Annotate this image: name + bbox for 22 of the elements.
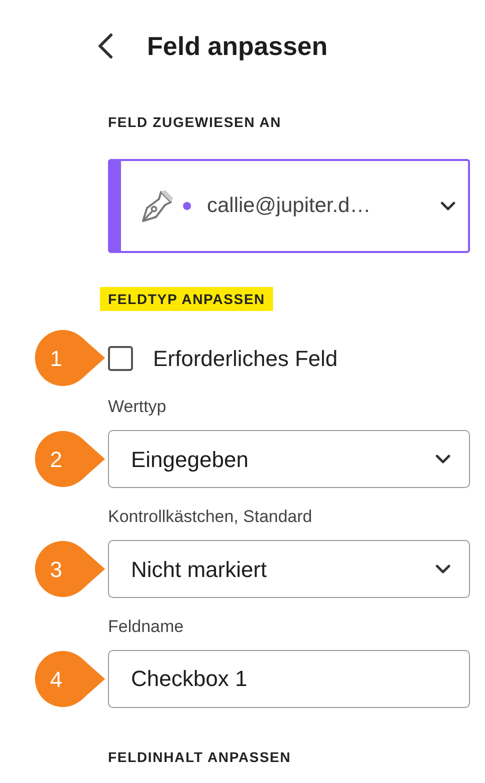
chevron-down-icon (440, 201, 456, 211)
text-field[interactable]: Checkbox 1 (108, 650, 470, 708)
pen-icon (139, 188, 175, 224)
callout-marker: 2 (34, 430, 106, 488)
section-heading: FELDINHALT ANPASSEN (108, 748, 291, 766)
recipient-email: callie@jupiter.d… (207, 193, 371, 220)
callout-marker: 1 (34, 329, 106, 387)
panel-title: Feld anpassen (147, 30, 328, 62)
callout-marker: 4 (34, 650, 106, 708)
recipient-dropdown[interactable]: callie@jupiter.d… (108, 159, 470, 253)
field-label: Kontrollkästchen, Standard (108, 507, 312, 526)
section-heading: FELD ZUGEWIESEN AN (108, 113, 282, 131)
dropdown-field[interactable]: Nicht markiert (108, 540, 470, 598)
callout-marker: 3 (34, 540, 106, 598)
section-heading: FELDTYP ANPASSEN (100, 287, 274, 311)
field-label: Feldname (108, 617, 184, 636)
chevron-down-icon (435, 564, 451, 574)
dropdown-field[interactable]: Eingegeben (108, 430, 470, 488)
checkbox[interactable] (108, 346, 133, 370)
chevron-down-icon (435, 454, 451, 464)
field-label: Werttyp (108, 397, 166, 416)
checkbox-label: Erforderliches Feld (153, 344, 338, 372)
